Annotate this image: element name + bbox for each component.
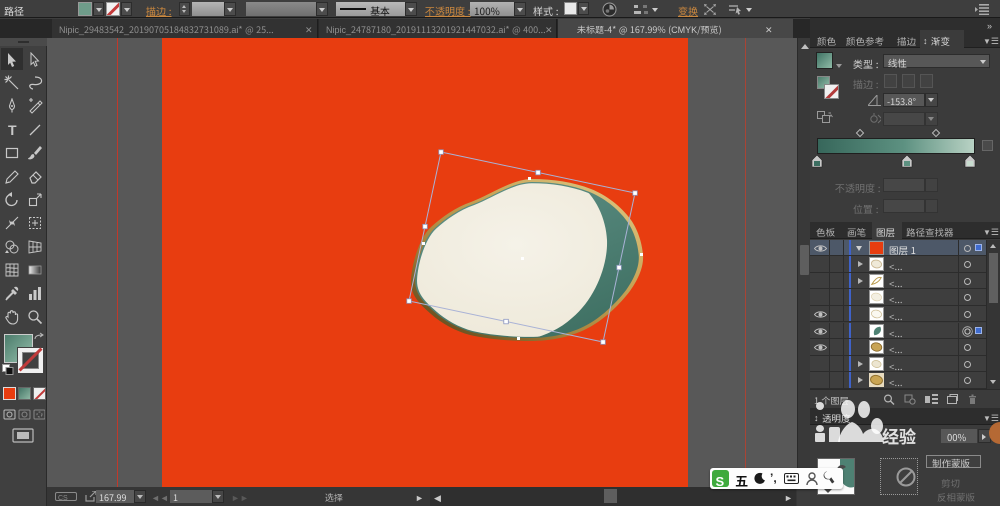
svg-text:T: T	[8, 122, 17, 138]
